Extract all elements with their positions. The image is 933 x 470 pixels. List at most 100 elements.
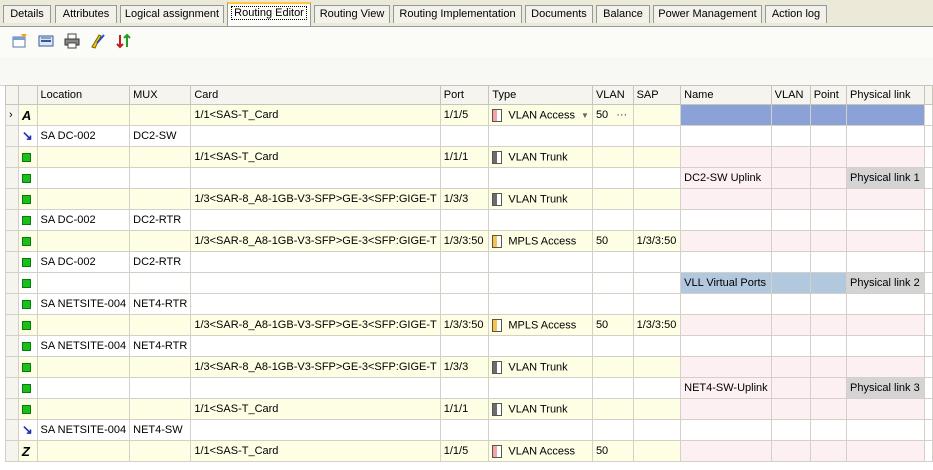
cell-sap[interactable]	[632, 440, 682, 462]
table-row[interactable]: SA DC-002 DC2-RTR	[5, 209, 933, 231]
cell-point[interactable]	[809, 440, 848, 462]
cell-sap[interactable]	[632, 188, 682, 210]
cell-vlan[interactable]: 50	[591, 314, 634, 336]
cell-mux[interactable]	[129, 230, 192, 252]
column-header-location[interactable]: Location	[36, 85, 131, 105]
row-indicator[interactable]	[5, 335, 19, 357]
cell-plink[interactable]	[846, 209, 925, 231]
cell-port[interactable]: 1/3/3	[439, 356, 490, 378]
table-row[interactable]: 1/1<SAS-T_Card 1/1/1 VLAN Trunk	[5, 398, 933, 420]
cell-port[interactable]	[439, 125, 490, 147]
cell-name[interactable]	[680, 314, 772, 336]
cell-vlan[interactable]	[591, 335, 634, 357]
cell-location[interactable]: SA NETSITE-004	[36, 419, 131, 441]
cell-plink[interactable]	[846, 188, 925, 210]
column-header-point[interactable]: Point	[809, 85, 848, 105]
cell-location[interactable]	[36, 146, 131, 168]
cell-point[interactable]	[809, 335, 848, 357]
cell-vlan2[interactable]	[770, 125, 811, 147]
cell-vlan2[interactable]	[770, 209, 811, 231]
cell-port[interactable]	[439, 251, 490, 273]
cell-port[interactable]	[439, 335, 490, 357]
table-row[interactable]: Z 1/1<SAS-T_Card 1/1/5 VLAN Access 50	[5, 440, 933, 462]
cell-location[interactable]: SA DC-002	[36, 251, 131, 273]
cell-point[interactable]	[809, 188, 848, 210]
column-header-sap[interactable]: SAP	[632, 85, 682, 105]
cell-type[interactable]	[488, 419, 593, 441]
cell-name[interactable]	[680, 398, 772, 420]
cell-port[interactable]	[439, 377, 490, 399]
cell-sap[interactable]	[632, 125, 682, 147]
cell-sap[interactable]	[632, 356, 682, 378]
cell-point[interactable]	[809, 272, 848, 294]
edit-routing-icon[interactable]	[12, 33, 28, 49]
tab-routing-implementation[interactable]: Routing Implementation	[393, 5, 522, 23]
cell-location[interactable]	[36, 377, 131, 399]
cell-point[interactable]	[809, 314, 848, 336]
row-indicator[interactable]	[5, 377, 19, 399]
row-indicator[interactable]	[5, 209, 19, 231]
cell-point[interactable]	[809, 398, 848, 420]
cell-card[interactable]: 1/1<SAS-T_Card	[190, 104, 441, 126]
column-header-card[interactable]: Card	[190, 85, 441, 105]
cell-card[interactable]: 1/1<SAS-T_Card	[190, 398, 441, 420]
cell-name[interactable]: VLL Virtual Ports	[680, 272, 772, 294]
cell-vlan2[interactable]	[770, 293, 811, 315]
cell-port[interactable]	[439, 419, 490, 441]
cell-name[interactable]	[680, 125, 772, 147]
cell-port[interactable]	[439, 293, 490, 315]
cell-card[interactable]	[190, 419, 441, 441]
cell-vlan[interactable]	[591, 293, 634, 315]
cell-port[interactable]	[439, 272, 490, 294]
cell-location[interactable]	[36, 356, 131, 378]
cell-mux[interactable]: NET4-RTR	[129, 293, 192, 315]
cell-vlan2[interactable]	[770, 419, 811, 441]
cell-vlan2[interactable]	[770, 314, 811, 336]
cell-name[interactable]	[680, 356, 772, 378]
tab-routing-editor[interactable]: Routing Editor	[227, 2, 311, 26]
cell-point[interactable]	[809, 377, 848, 399]
cell-mux[interactable]	[129, 272, 192, 294]
cell-sap[interactable]	[632, 146, 682, 168]
cell-type[interactable]: VLAN Access	[488, 440, 593, 462]
table-row[interactable]: 1/3<SAR-8_A8-1GB-V3-SFP>GE-3<SFP:GIGE-T 1…	[5, 230, 933, 252]
cell-port[interactable]: 1/1/1	[439, 146, 490, 168]
cell-plink[interactable]	[846, 146, 925, 168]
cell-port[interactable]: 1/1/1	[439, 398, 490, 420]
cell-sap[interactable]	[632, 335, 682, 357]
cell-mux[interactable]: DC2-RTR	[129, 251, 192, 273]
column-header-overflow[interactable]	[923, 85, 933, 105]
row-indicator[interactable]	[5, 356, 19, 378]
cell-name[interactable]	[680, 440, 772, 462]
cell-location[interactable]	[36, 272, 131, 294]
cell-vlan2[interactable]	[770, 272, 811, 294]
cell-location[interactable]	[36, 104, 131, 126]
cell-vlan2[interactable]	[770, 335, 811, 357]
cell-sap[interactable]	[632, 167, 682, 189]
table-row[interactable]: 1/3<SAR-8_A8-1GB-V3-SFP>GE-3<SFP:GIGE-T 1…	[5, 188, 933, 210]
cell-mux[interactable]	[129, 188, 192, 210]
cell-sap[interactable]	[632, 419, 682, 441]
cell-mux[interactable]	[129, 377, 192, 399]
table-row[interactable]: › A 1/1<SAS-T_Card 1/1/5 VLAN Access ▼ 50 ···	[5, 104, 933, 126]
cell-sap[interactable]	[632, 398, 682, 420]
route-icon[interactable]	[38, 33, 54, 49]
cell-type[interactable]	[488, 125, 593, 147]
cell-vlan[interactable]: 50	[591, 440, 634, 462]
cell-location[interactable]: SA NETSITE-004	[36, 335, 131, 357]
table-row[interactable]: SA NETSITE-004 NET4-RTR	[5, 335, 933, 357]
cell-type[interactable]: VLAN Trunk	[488, 188, 593, 210]
tab-attributes[interactable]: Attributes	[55, 5, 117, 23]
cell-location[interactable]	[36, 188, 131, 210]
cell-card[interactable]	[190, 293, 441, 315]
cell-location[interactable]	[36, 314, 131, 336]
cell-mux[interactable]: NET4-RTR	[129, 335, 192, 357]
row-indicator[interactable]	[5, 146, 19, 168]
cell-port[interactable]: 1/3/3:50	[439, 230, 490, 252]
cell-point[interactable]	[809, 146, 848, 168]
column-header-name[interactable]: Name	[680, 85, 772, 105]
cell-name[interactable]	[680, 251, 772, 273]
cell-type[interactable]: VLAN Access ▼	[488, 104, 593, 126]
cell-type[interactable]	[488, 209, 593, 231]
cell-vlan[interactable]: 50 ···	[591, 104, 634, 126]
